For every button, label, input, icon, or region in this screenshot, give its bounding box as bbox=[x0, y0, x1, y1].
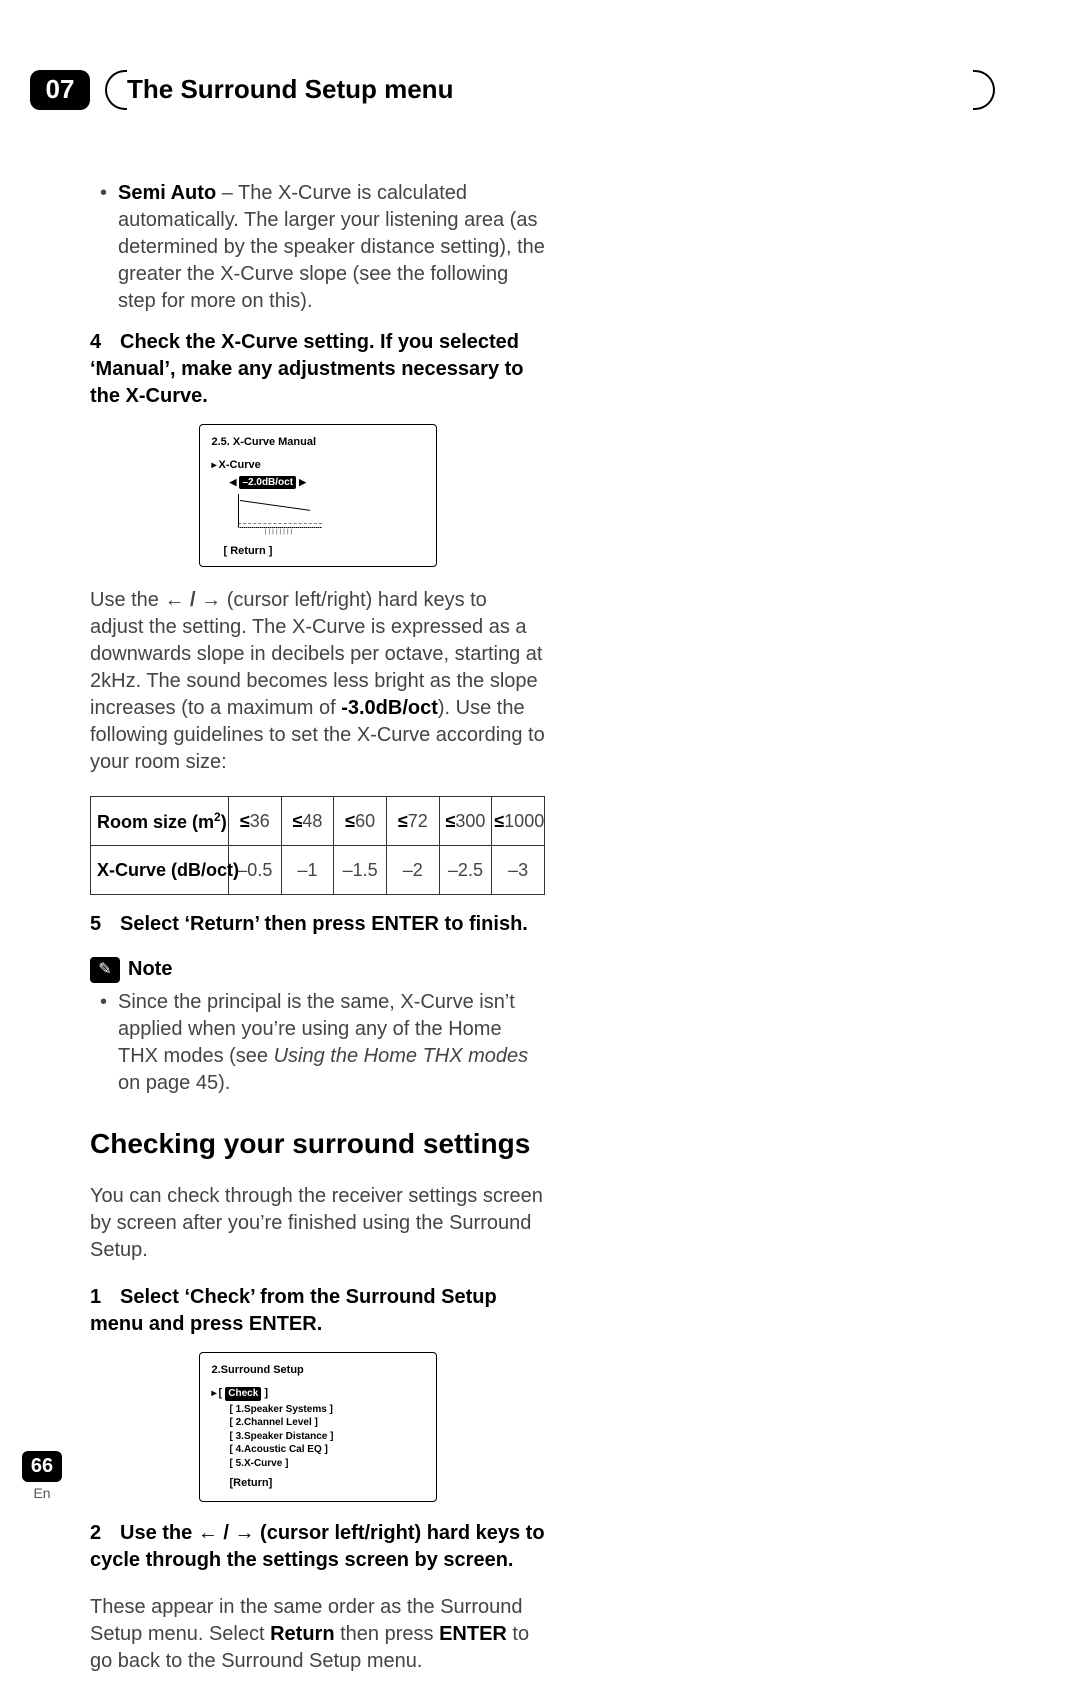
xcurve-header: X-Curve (dB/oct) bbox=[91, 846, 229, 895]
col-1000: ≤1000 bbox=[492, 797, 545, 846]
chapter-title: The Surround Setup menu bbox=[127, 70, 453, 110]
pencil-note-icon: ✎ bbox=[90, 957, 120, 983]
note-bullet: Since the principal is the same, X-Curve… bbox=[118, 989, 545, 1097]
val-3: –2 bbox=[386, 846, 439, 895]
note-reference: Using the Home THX modes bbox=[274, 1045, 529, 1067]
xcurve-instructions: Use the ← / → (cursor left/right) hard k… bbox=[90, 587, 545, 776]
step-2b: 2Use the ← / → (cursor left/right) hard … bbox=[90, 1520, 545, 1574]
chapter-number-badge: 07 bbox=[30, 70, 90, 110]
osd2-title: 2.Surround Setup bbox=[212, 1363, 424, 1378]
val-1: –1 bbox=[281, 846, 334, 895]
osd-return-label: [ Return ] bbox=[224, 544, 424, 559]
osd2-item-4: [ 4.Acoustic Cal EQ ] bbox=[230, 1443, 424, 1457]
col-72: ≤72 bbox=[386, 797, 439, 846]
step-1b-number: 1 bbox=[90, 1284, 120, 1311]
osd2-return: [Return] bbox=[230, 1476, 424, 1491]
osd-value-row: ◀ –2.0dB/oct ▶ bbox=[230, 475, 424, 490]
val-4: –2.5 bbox=[439, 846, 492, 895]
arrow-icons-2: ← / → bbox=[198, 1522, 255, 1544]
closing-paragraph: These appear in the same order as the Su… bbox=[90, 1594, 545, 1675]
page-footer: 66 En bbox=[22, 1451, 62, 1503]
osd-param-row: X-Curve bbox=[212, 458, 424, 473]
chapter-header: 07 The Surround Setup menu bbox=[30, 70, 995, 110]
step-5: 5Select ‘Return’ then press ENTER to fin… bbox=[90, 911, 545, 938]
table-row-roomsize: Room size (m2) ≤36 ≤48 ≤60 ≤72 ≤300 ≤100… bbox=[91, 797, 545, 846]
osd2-check-value: Check bbox=[225, 1387, 261, 1401]
osd-surround-setup-screenshot: 2.Surround Setup [ Check ] [ 1.Speaker S… bbox=[199, 1352, 437, 1502]
page-number: 66 bbox=[22, 1451, 62, 1482]
osd-param-label: X-Curve bbox=[219, 459, 261, 471]
step-5-text: Select ‘Return’ then press ENTER to fini… bbox=[120, 913, 528, 935]
room-size-header: Room size (m2) bbox=[91, 797, 229, 846]
osd2-check-row: [ Check ] bbox=[212, 1386, 424, 1401]
arrow-icons: ← / → bbox=[164, 589, 221, 611]
col-300: ≤300 bbox=[439, 797, 492, 846]
semi-auto-label: Semi Auto bbox=[118, 182, 216, 204]
step-4-text: Check the X-Curve setting. If you select… bbox=[90, 331, 524, 407]
step-4: 4Check the X-Curve setting. If you selec… bbox=[90, 329, 545, 410]
room-size-table: Room size (m2) ≤36 ≤48 ≤60 ≤72 ≤300 ≤100… bbox=[90, 796, 545, 895]
osd2-item-3: [ 3.Speaker Distance ] bbox=[230, 1430, 424, 1444]
osd-value: –2.0dB/oct bbox=[239, 476, 296, 490]
step-5-number: 5 bbox=[90, 911, 120, 938]
osd2-item-1: [ 1.Speaker Systems ] bbox=[230, 1403, 424, 1417]
step-1b-text: Select ‘Check’ from the Surround Setup m… bbox=[90, 1286, 497, 1335]
col-36: ≤36 bbox=[229, 797, 282, 846]
note-label: Note bbox=[128, 956, 172, 983]
page-language: En bbox=[22, 1484, 62, 1503]
left-arrow-icon: ◀ bbox=[230, 477, 237, 487]
step-2b-number: 2 bbox=[90, 1520, 120, 1547]
osd-xcurve-screenshot: 2.5. X-Curve Manual X-Curve ◀ –2.0dB/oct… bbox=[199, 424, 437, 567]
xcurve-graph-icon: |||||||| bbox=[238, 494, 322, 536]
note-list: Since the principal is the same, X-Curve… bbox=[90, 989, 545, 1097]
val-2: –1.5 bbox=[334, 846, 387, 895]
osd2-item-2: [ 2.Channel Level ] bbox=[230, 1416, 424, 1430]
table-row-xcurve: X-Curve (dB/oct) –0.5 –1 –1.5 –2 –2.5 –3 bbox=[91, 846, 545, 895]
osd-title: 2.5. X-Curve Manual bbox=[212, 435, 424, 450]
osd2-menu-list: [ 1.Speaker Systems ] [ 2.Channel Level … bbox=[230, 1403, 424, 1471]
col-48: ≤48 bbox=[281, 797, 334, 846]
step-4-number: 4 bbox=[90, 329, 120, 356]
val-5: –3 bbox=[492, 846, 545, 895]
bullet-semi-auto: Semi Auto – The X-Curve is calculated au… bbox=[118, 180, 545, 315]
note-heading: ✎ Note bbox=[90, 956, 545, 983]
step-1b: 1Select ‘Check’ from the Surround Setup … bbox=[90, 1284, 545, 1338]
chapter-title-container: The Surround Setup menu bbox=[105, 70, 995, 110]
section-heading-checking: Checking your surround settings bbox=[90, 1125, 545, 1163]
bullet-list: Semi Auto – The X-Curve is calculated au… bbox=[90, 180, 545, 315]
checking-intro: You can check through the receiver setti… bbox=[90, 1183, 545, 1264]
col-60: ≤60 bbox=[334, 797, 387, 846]
osd2-item-5: [ 5.X-Curve ] bbox=[230, 1457, 424, 1471]
right-arrow-icon: ▶ bbox=[299, 477, 306, 487]
